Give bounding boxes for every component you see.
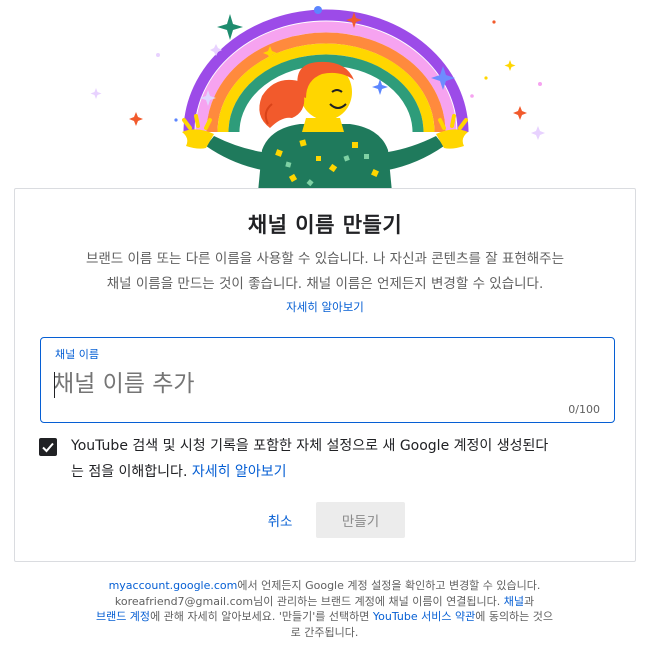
rainbow-illustration (90, 6, 545, 192)
brand-account-link[interactable]: 브랜드 계정 (96, 610, 150, 623)
learn-more-link[interactable]: 자세히 알아보기 (15, 299, 635, 315)
cancel-button[interactable]: 취소 (255, 505, 305, 535)
check-icon (42, 442, 54, 453)
text-cursor (54, 372, 55, 398)
dialog-description: 브랜드 이름 또는 다른 이름을 사용할 수 있습니다. 나 자신과 콘텐츠를 … (39, 247, 611, 297)
create-button[interactable]: 만들기 (316, 502, 405, 538)
footer-text: 에서 언제든지 Google 계정 설정을 확인하고 변경할 수 있습니다. (237, 579, 541, 592)
myaccount-link[interactable]: myaccount.google.com (109, 579, 238, 592)
channel-name-field[interactable]: 채널 이름 0/100 (40, 337, 615, 423)
description-line-2: 채널 이름을 만드는 것이 좋습니다. 채널 이름은 언제든지 변경할 수 있습… (106, 276, 544, 292)
consent-text-line-2: 는 점을 이해합니다. (71, 464, 192, 480)
footer-notice: myaccount.google.com에서 언제든지 Google 계정 설정… (40, 578, 609, 640)
terms-of-service-link[interactable]: YouTube 서비스 약관 (373, 610, 475, 623)
footer-text: 에 동의하는 것으 (475, 610, 554, 623)
consent-text: YouTube 검색 및 시청 기록을 포함한 자체 설정으로 새 Google… (71, 433, 548, 485)
channel-link[interactable]: 채널 (504, 595, 524, 608)
consent-learn-more-link[interactable]: 자세히 알아보기 (192, 464, 287, 480)
footer-line-4: 로 간주됩니다. (40, 625, 609, 641)
channel-name-label: 채널 이름 (55, 348, 99, 361)
footer-line-1: myaccount.google.com에서 언제든지 Google 계정 설정… (40, 578, 609, 594)
footer-text: 과 (523, 594, 535, 608)
consent-text-line-1: YouTube 검색 및 시청 기록을 포함한 자체 설정으로 새 Google… (71, 438, 549, 454)
footer-text: 로 간주됩니다. (290, 625, 359, 639)
description-line-1: 브랜드 이름 또는 다른 이름을 사용할 수 있습니다. 나 자신과 콘텐츠를 … (85, 251, 565, 267)
footer-line-3: 브랜드 계정에 관해 자세히 알아보세요. '만들기'를 선택하면 YouTub… (40, 609, 609, 625)
footer-text: koreafriend7@gmail.com님이 관리하는 브랜드 계정에 채널… (114, 594, 504, 608)
consent-checkbox[interactable] (39, 438, 57, 456)
footer-text: 에 관해 자세히 알아보세요. '만들기'를 선택하면 (150, 610, 373, 623)
footer-line-2: koreafriend7@gmail.com님이 관리하는 브랜드 계정에 채널… (40, 594, 609, 610)
channel-name-input[interactable] (53, 366, 593, 402)
character-counter: 0/100 (568, 403, 600, 416)
create-channel-dialog: 채널 이름 만들기 브랜드 이름 또는 다른 이름을 사용할 수 있습니다. 나… (14, 188, 636, 562)
dialog-title: 채널 이름 만들기 (247, 213, 403, 237)
